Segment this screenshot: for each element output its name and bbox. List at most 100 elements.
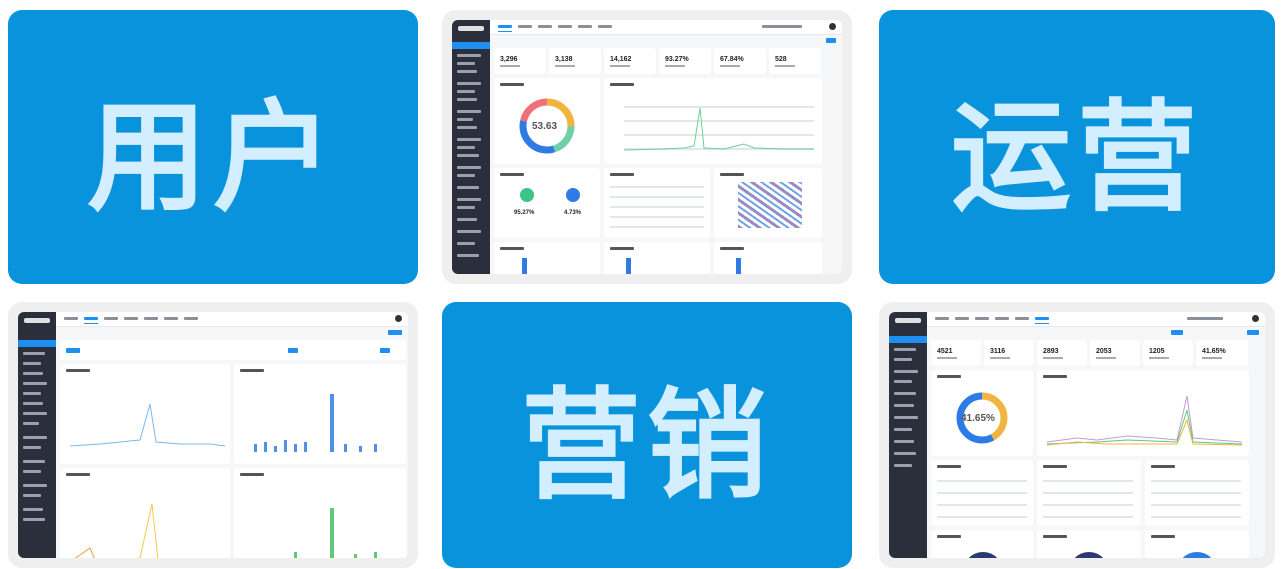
kpi-card: 3116 <box>984 340 1034 366</box>
tab[interactable] <box>124 317 138 320</box>
ops-tile[interactable]: 运营 <box>879 10 1275 284</box>
kpi-card: 4521 <box>931 340 981 366</box>
bar-chart-card <box>234 364 406 464</box>
kpi-value: 4521 <box>937 348 953 355</box>
ops-tile-label: 运营 <box>951 89 1203 228</box>
tab[interactable] <box>578 25 592 28</box>
user-dashboard-screenshot[interactable]: 3,296 3,138 14,162 93.27% 67.84% 528 53.… <box>442 10 852 284</box>
donut-center-value: 53.63 <box>532 121 558 132</box>
female-icon <box>566 188 580 202</box>
kpi-card: 3,138 <box>549 48 601 74</box>
dashboard-window <box>18 312 408 558</box>
tab[interactable] <box>64 317 78 320</box>
bar-chart <box>254 394 377 452</box>
kpi-card: 528 <box>769 48 821 74</box>
table-card <box>604 168 710 238</box>
kpi-value: 41.65% <box>1202 348 1226 355</box>
search-box[interactable] <box>762 25 802 28</box>
tab[interactable] <box>518 25 532 28</box>
date-range-button[interactable] <box>288 348 298 353</box>
kpi-card: 14,162 <box>604 48 656 74</box>
tab[interactable] <box>955 317 969 320</box>
donut-card <box>1037 530 1141 558</box>
tab[interactable] <box>538 25 552 28</box>
avatar[interactable] <box>1252 315 1259 322</box>
sidebar <box>889 312 927 558</box>
donut-center-value: 41.65% <box>961 413 995 424</box>
tab[interactable] <box>1015 317 1029 320</box>
tab[interactable] <box>104 317 118 320</box>
tab[interactable] <box>995 317 1009 320</box>
filter-button[interactable] <box>66 348 80 353</box>
kpi-value: 67.84% <box>720 56 744 63</box>
search-box[interactable] <box>1187 317 1223 320</box>
bar-card <box>714 242 822 274</box>
date-filter-button[interactable] <box>1171 330 1183 335</box>
sidebar <box>452 20 490 274</box>
tab[interactable] <box>144 317 158 320</box>
donut-card: 53.63 <box>494 78 600 164</box>
kpi-value: 3116 <box>990 348 1006 355</box>
kpi-value: 528 <box>775 56 787 63</box>
line-chart-card <box>604 78 822 164</box>
tab[interactable] <box>184 317 198 320</box>
bar-card <box>494 242 600 274</box>
word-cloud <box>738 182 802 228</box>
sidebar <box>18 312 56 558</box>
tab[interactable] <box>975 317 989 320</box>
tab[interactable] <box>935 317 949 320</box>
query-button[interactable] <box>826 38 836 43</box>
kpi-value: 3,296 <box>500 56 518 63</box>
kpi-card: 1205 <box>1143 340 1193 366</box>
tab-active[interactable] <box>1035 317 1049 324</box>
kpi-card: 41.65% <box>1196 340 1248 366</box>
bar-chart-card <box>234 468 406 558</box>
multi-line-chart-card <box>1037 370 1249 456</box>
kpi-value: 1205 <box>1149 348 1165 355</box>
query-button[interactable] <box>1247 330 1259 335</box>
ratio-card: 95.27% 4.73% <box>494 168 600 238</box>
marketing-tile[interactable]: 营销 <box>442 302 852 568</box>
kpi-value: 2893 <box>1043 348 1059 355</box>
kpi-value: 93.27% <box>665 56 689 63</box>
line-chart-card <box>60 364 230 464</box>
export-button[interactable] <box>380 348 390 353</box>
marketing-dashboard-screenshot[interactable] <box>8 302 418 568</box>
bar-chart <box>294 508 377 558</box>
dashboard-window: 3,296 3,138 14,162 93.27% 67.84% 528 53.… <box>452 20 842 274</box>
logo <box>458 26 484 31</box>
donut-card <box>931 530 1033 558</box>
bar-card <box>604 242 710 274</box>
tab-active[interactable] <box>84 317 98 324</box>
kpi-card: 67.84% <box>714 48 766 74</box>
ratio-left-value: 95.27% <box>514 210 535 216</box>
line-chart <box>69 403 226 447</box>
sidebar-active-item[interactable] <box>18 340 56 347</box>
top-tab-bar <box>490 20 842 35</box>
line-chart-card <box>60 468 230 558</box>
tab[interactable] <box>558 25 572 28</box>
sidebar-active-item[interactable] <box>452 42 490 49</box>
donut-card <box>1145 530 1249 558</box>
line-chart <box>623 107 814 151</box>
kpi-card: 2893 <box>1037 340 1087 366</box>
table-card <box>1145 460 1249 526</box>
user-tile[interactable]: 用户 <box>8 10 418 284</box>
filter-bar <box>60 340 406 360</box>
marketing-tile-label: 营销 <box>521 377 773 516</box>
ops-dashboard-screenshot[interactable]: 4521 3116 2893 2053 1205 41.65% 41.65% <box>879 302 1275 568</box>
male-icon <box>520 188 534 202</box>
tab-active[interactable] <box>498 25 512 32</box>
avatar[interactable] <box>829 23 836 30</box>
avatar[interactable] <box>395 315 402 322</box>
add-button[interactable] <box>388 330 402 335</box>
table-card <box>1037 460 1141 526</box>
sidebar-active-item[interactable] <box>889 336 927 343</box>
word-cloud-card <box>714 168 822 238</box>
kpi-value: 3,138 <box>555 56 573 63</box>
tab[interactable] <box>164 317 178 320</box>
tab[interactable] <box>598 25 612 28</box>
kpi-card: 3,296 <box>494 48 546 74</box>
kpi-card: 2053 <box>1090 340 1140 366</box>
multi-line-chart <box>1046 395 1243 446</box>
